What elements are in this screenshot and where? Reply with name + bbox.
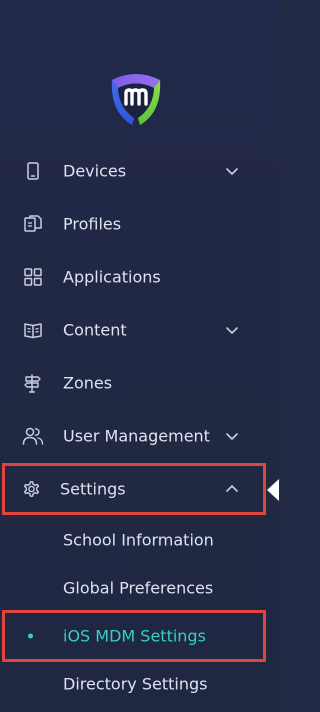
nav-item-content[interactable]: Content: [0, 310, 279, 350]
active-indicator-dot: [28, 633, 33, 639]
submenu-item-school-information[interactable]: School Information: [0, 520, 279, 560]
submenu-label: School Information: [63, 530, 214, 550]
nav-item-zones[interactable]: Zones: [0, 363, 279, 403]
submenu-label: Global Preferences: [63, 578, 214, 598]
submenu-item-global-preferences[interactable]: Global Preferences: [0, 568, 279, 608]
nav-item-settings[interactable]: Settings: [0, 469, 279, 509]
nav-label-settings: Settings: [60, 479, 126, 499]
chevron-down-icon[interactable]: [224, 163, 240, 179]
nav-label-applications: Applications: [63, 267, 161, 287]
nav-item-applications[interactable]: Applications: [0, 257, 279, 297]
phone-icon: [22, 160, 44, 182]
nav-label-content: Content: [63, 320, 127, 340]
chevron-up-icon[interactable]: [224, 481, 240, 497]
nav-label-user-management: User Management: [63, 426, 210, 446]
nav-label-profiles: Profiles: [63, 214, 122, 234]
submenu-label: iOS MDM Settings: [63, 626, 206, 646]
nav-item-profiles[interactable]: Profiles: [0, 204, 279, 244]
nav-item-user-management[interactable]: User Management: [0, 416, 279, 456]
submenu-label: Directory Settings: [63, 674, 208, 694]
app-logo: [108, 68, 164, 126]
chevron-down-icon[interactable]: [224, 428, 240, 444]
signpost-icon: [22, 372, 44, 394]
documents-icon: [22, 213, 44, 235]
shield-logo-icon: [111, 74, 161, 125]
apps-grid-icon: [22, 266, 44, 288]
nav-label-zones: Zones: [63, 373, 113, 393]
active-section-pointer: [267, 479, 279, 501]
submenu-item-directory-settings[interactable]: Directory Settings: [0, 664, 279, 704]
nav-label-devices: Devices: [63, 161, 127, 181]
gear-icon: [20, 478, 42, 500]
chevron-down-icon[interactable]: [224, 322, 240, 338]
sidebar: Devices Profiles Applications Content Zo…: [0, 0, 279, 712]
book-icon: [22, 319, 44, 341]
submenu-item-ios-mdm-settings[interactable]: iOS MDM Settings: [0, 616, 279, 656]
nav-item-devices[interactable]: Devices: [0, 151, 279, 191]
users-icon: [22, 425, 44, 447]
